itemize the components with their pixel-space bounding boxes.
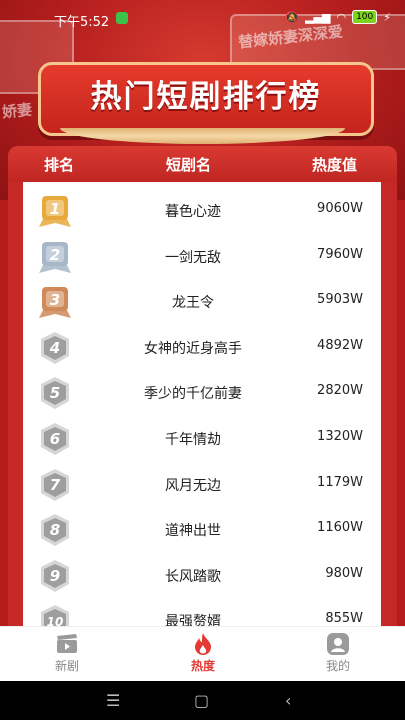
page-title: 热门短剧排行榜 (90, 79, 322, 115)
user-icon (298, 631, 378, 657)
drama-title: 长风踏歌 (165, 568, 221, 585)
ranking-list: 1 暮色心迹 9060W 2 一剑无敌 7960W 3 龙王令 5903W 4 女神的近身高手 489… (23, 182, 381, 646)
rank-number: 3 (50, 291, 60, 309)
rank-badge-icon: 4 (41, 331, 69, 364)
tab-label: 新剧 (54, 659, 79, 673)
heat-value: 1320W (317, 429, 363, 444)
rank-number: 2 (50, 246, 60, 264)
heat-value: 980W (325, 565, 363, 581)
back-icon[interactable]: ‹ (285, 691, 291, 710)
ranking-card: 排名 短剧名 热度值 1 暮色心迹 9060W 2 一剑无敌 7960W 3 龙王令 5903W… (8, 146, 397, 646)
menu-icon[interactable]: ☰ (106, 691, 120, 710)
rank-badge-icon: 6 (41, 423, 69, 455)
drama-title: 道神出世 (165, 523, 221, 540)
rank-number: 6 (50, 430, 60, 448)
rank-number: 1 (50, 200, 60, 218)
drama-title: 风月无边 (165, 477, 221, 494)
rank-badge-icon: 2 (39, 241, 71, 273)
heat-value: 9060W (317, 201, 363, 216)
wifi-icon: ◠ (336, 10, 347, 24)
rank-badge-icon: 7 (41, 468, 69, 501)
table-row[interactable]: 4 女神的近身高手 4892W (23, 325, 381, 371)
rank-badge-icon: 1 (39, 196, 71, 227)
clapperboard-icon (27, 631, 107, 657)
heat-value: 1179W (317, 474, 363, 490)
table-row[interactable]: 2 一剑无敌 7960W (23, 234, 381, 280)
rank-badge-icon: 5 (41, 377, 69, 410)
drama-title: 暮色心迹 (165, 204, 221, 220)
flame-icon (163, 631, 243, 657)
tab-new-dramas[interactable]: 新剧 (27, 631, 107, 674)
status-time: 下午5:52 (54, 15, 110, 30)
col-heat-header: 热度值 (312, 155, 358, 174)
drama-title: 龙王令 (172, 295, 214, 312)
notification-icon (116, 12, 128, 24)
battery-icon: 100 (352, 10, 378, 24)
drama-title: 女神的近身高手 (144, 340, 242, 357)
rank-number: 5 (50, 384, 60, 402)
home-icon[interactable]: ▢ (194, 691, 209, 710)
rank-number: 4 (49, 339, 60, 357)
bottom-tab-bar: 新剧 热度 我的 (0, 626, 405, 682)
table-row[interactable]: 5 季少的千亿前妻 2820W (23, 370, 381, 416)
table-row[interactable]: 8 道神出世 1160W (23, 507, 381, 553)
heat-value: 4892W (317, 337, 363, 353)
table-row[interactable]: 3 龙王令 5903W (23, 279, 381, 325)
rank-number: 8 (50, 521, 60, 539)
system-nav-bar: ☰ ▢ ‹ (0, 681, 405, 720)
signal-icon: ▂▄▆ (305, 10, 331, 24)
drama-title: 季少的千亿前妻 (144, 386, 242, 403)
title-banner: 热门短剧排行榜 (38, 62, 374, 136)
heat-value: 2820W (317, 383, 363, 399)
tab-heat[interactable]: 热度 (163, 631, 243, 674)
heat-value: 5903W (317, 292, 363, 308)
mute-icon: 🔕 (285, 10, 300, 24)
charging-icon: ⚡ (383, 10, 391, 24)
tab-label: 热度 (190, 659, 215, 673)
heat-value: 7960W (317, 246, 363, 262)
status-icons: 🔕 ▂▄▆ ◠ 100 ⚡ (285, 10, 391, 24)
table-row[interactable]: 7 风月无边 1179W (23, 462, 381, 508)
table-row[interactable]: 1 暮色心迹 9060W (23, 188, 381, 234)
table-row[interactable]: 6 千年情劫 1320W (23, 416, 381, 462)
poster-text: 娇妻 (1, 100, 33, 122)
rank-badge-icon: 8 (41, 514, 69, 547)
col-title-header: 短剧名 (166, 155, 212, 174)
status-bar: 下午5:52 🔕 ▂▄▆ ◠ 100 ⚡ (0, 0, 405, 34)
heat-value: 855W (325, 611, 363, 627)
heat-value: 1160W (317, 520, 363, 536)
tab-mine[interactable]: 我的 (298, 631, 378, 674)
drama-title: 千年情劫 (165, 432, 221, 448)
rank-number: 9 (50, 567, 60, 585)
table-row[interactable]: 9 长风踏歌 980W (23, 553, 381, 599)
tab-label: 我的 (325, 659, 350, 673)
table-header: 排名 短剧名 热度值 (8, 146, 397, 182)
rank-badge-icon: 3 (39, 287, 71, 319)
drama-title: 一剑无敌 (165, 249, 221, 266)
rank-badge-icon: 9 (41, 559, 69, 592)
rank-number: 7 (50, 476, 61, 494)
col-rank-header: 排名 (44, 155, 75, 174)
